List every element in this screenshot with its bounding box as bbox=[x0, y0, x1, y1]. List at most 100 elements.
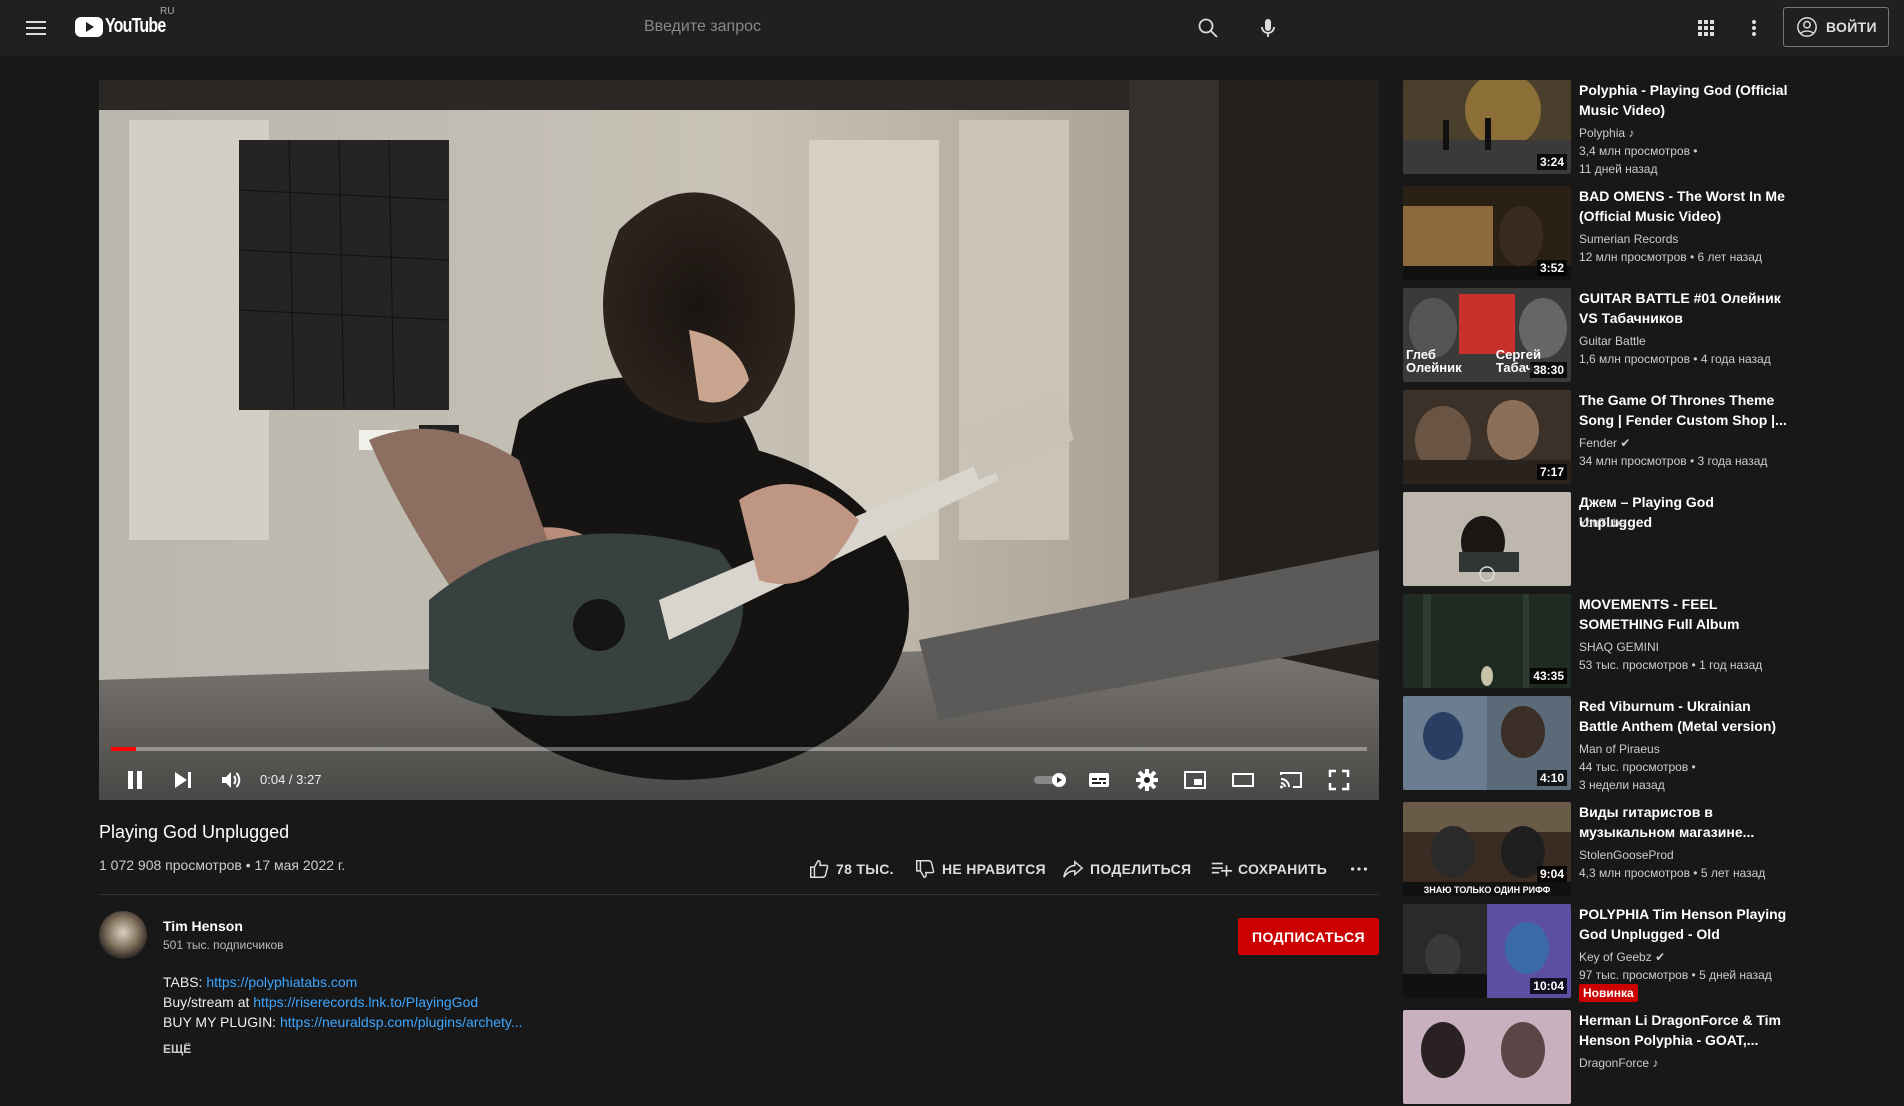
recommendation-channel: Sumerian Records bbox=[1579, 232, 1679, 246]
video-thumbnail: 3:24 bbox=[1403, 80, 1571, 174]
theater-mode-button[interactable] bbox=[1219, 762, 1267, 798]
description-line: BUY MY PLUGIN: https://neuraldsp.com/plu… bbox=[163, 1014, 523, 1030]
like-button[interactable]: 78 ТЫС. bbox=[808, 856, 894, 882]
recommendation-item[interactable]: 3:24 Polyphia - Playing God (Official Mu… bbox=[1403, 80, 1823, 176]
fullscreen-icon bbox=[1328, 769, 1350, 791]
more-actions-button[interactable] bbox=[1348, 856, 1370, 882]
recommendation-title: Polyphia - Playing God (Official Music V… bbox=[1579, 82, 1788, 118]
playlist-add-icon bbox=[1211, 862, 1232, 877]
settings-button[interactable] bbox=[1123, 762, 1171, 798]
more-horiz-icon bbox=[1350, 867, 1368, 871]
new-badge: Новинка bbox=[1579, 984, 1638, 1002]
signin-label: ВОЙТИ bbox=[1826, 19, 1877, 35]
microphone-icon[interactable] bbox=[1256, 16, 1280, 40]
youtube-logo[interactable]: YouTube RU bbox=[75, 6, 181, 38]
save-button[interactable]: СОХРАНИТЬ bbox=[1210, 856, 1327, 882]
recommendation-item[interactable]: 10:04 POLYPHIA Tim Henson Playing God Un… bbox=[1403, 904, 1823, 1002]
skip-next-icon bbox=[175, 772, 191, 788]
video-duration: 4:10 bbox=[1536, 770, 1567, 786]
description-link[interactable]: https://neuraldsp.com/plugins/archety... bbox=[280, 1014, 523, 1030]
search-icon[interactable] bbox=[1196, 16, 1220, 40]
dislike-button[interactable]: НЕ НРАВИТСЯ bbox=[914, 856, 1046, 882]
description-line: TABS: https://polyphiatabs.com bbox=[163, 974, 358, 990]
autoplay-toggle[interactable] bbox=[1027, 762, 1075, 798]
pause-icon bbox=[128, 771, 142, 789]
divider bbox=[99, 894, 1379, 895]
channel-avatar[interactable] bbox=[99, 911, 147, 959]
cast-button[interactable] bbox=[1267, 762, 1315, 798]
share-icon bbox=[1063, 860, 1084, 878]
next-button[interactable] bbox=[159, 762, 207, 798]
recommendation-item[interactable]: Джем – Playing God Unplugged YouTube bbox=[1403, 492, 1823, 588]
music-note-icon: ♪ bbox=[1652, 1056, 1659, 1070]
recommendation-meta: 1,6 млн просмотров • 4 года назад bbox=[1579, 352, 1771, 366]
recommendation-title: Red Viburnum - Ukrainian Battle Anthem (… bbox=[1579, 698, 1777, 734]
recommendation-meta: 11 дней назад bbox=[1579, 162, 1658, 176]
recommendation-item[interactable]: 43:35 MOVEMENTS - FEEL SOMETHING Full Al… bbox=[1403, 594, 1823, 690]
recommendation-title: The Game Of Thrones Theme Song | Fender … bbox=[1579, 392, 1787, 428]
recommendation-item[interactable]: 3:52 BAD OMENS - The Worst In Me (Offici… bbox=[1403, 186, 1823, 282]
recommendation-channel: Guitar Battle bbox=[1579, 334, 1646, 348]
country-code: RU bbox=[160, 6, 175, 17]
show-more-button[interactable]: ЕЩЁ bbox=[163, 1042, 191, 1056]
recommendation-item[interactable]: Herman Li DragonForce & Tim Henson Polyp… bbox=[1403, 1010, 1823, 1106]
video-duration: 3:52 bbox=[1536, 260, 1567, 276]
description-link[interactable]: https://polyphiatabs.com bbox=[206, 974, 357, 990]
mute-button[interactable] bbox=[207, 762, 255, 798]
video-thumbnail: ЗНАЮ ТОЛЬКО ОДИН РИФФ 9:04 bbox=[1403, 802, 1571, 896]
music-note-icon: ♪ bbox=[1628, 126, 1635, 140]
pause-button[interactable] bbox=[111, 762, 159, 798]
thumbs-down-icon bbox=[916, 860, 935, 878]
video-frame bbox=[99, 80, 1379, 800]
verified-icon: ✔ bbox=[1620, 436, 1631, 450]
video-thumbnail: 10:04 bbox=[1403, 904, 1571, 998]
gear-icon bbox=[1136, 769, 1158, 791]
subscribe-button[interactable]: ПОДПИСАТЬСЯ bbox=[1238, 918, 1379, 955]
search-input[interactable]: Введите запрос bbox=[630, 10, 1190, 46]
recommendation-title: BAD OMENS - The Worst In Me (Official Mu… bbox=[1579, 188, 1785, 224]
more-vert-icon[interactable] bbox=[1744, 16, 1764, 40]
video-thumbnail: 7:17 bbox=[1403, 390, 1571, 484]
signin-button[interactable]: ВОЙТИ bbox=[1783, 7, 1889, 47]
cast-icon bbox=[1280, 772, 1302, 789]
video-thumbnail: 4:10 bbox=[1403, 696, 1571, 790]
dislike-label: НЕ НРАВИТСЯ bbox=[942, 861, 1046, 877]
view-count-date: 1 072 908 просмотров • 17 мая 2022 г. bbox=[99, 857, 346, 873]
menu-icon[interactable] bbox=[24, 17, 48, 39]
video-duration: 9:04 bbox=[1536, 866, 1567, 882]
video-thumbnail bbox=[1403, 492, 1571, 586]
recommendation-item[interactable]: Глеб Олейник Сергей Табачн 38:30 GUITAR … bbox=[1403, 288, 1823, 384]
recommendation-channel: SHAQ GEMINI bbox=[1579, 640, 1660, 654]
recommendation-meta: 97 тыс. просмотров • 5 дней назад bbox=[1579, 968, 1772, 982]
video-thumbnail: 43:35 bbox=[1403, 594, 1571, 688]
recommendation-title: POLYPHIA Tim Henson Playing God Unplugge… bbox=[1579, 906, 1787, 942]
thumbs-up-icon bbox=[810, 860, 829, 878]
description-link[interactable]: https://riserecords.lnk.to/PlayingGod bbox=[253, 994, 478, 1010]
recommendation-item[interactable]: ЗНАЮ ТОЛЬКО ОДИН РИФФ 9:04 Виды гитарист… bbox=[1403, 802, 1823, 898]
verified-icon: ✔ bbox=[1655, 950, 1666, 964]
video-player[interactable]: 0:04 / 3:27 bbox=[99, 80, 1379, 800]
miniplayer-button[interactable] bbox=[1171, 762, 1219, 798]
recommendation-title: GUITAR BATTLE #01 Олейник VS Табачников bbox=[1579, 290, 1781, 326]
recommendation-item[interactable]: 4:10 Red Viburnum - Ukrainian Battle Ant… bbox=[1403, 696, 1823, 792]
recommendation-item[interactable]: 7:17 The Game Of Thrones Theme Song | Fe… bbox=[1403, 390, 1823, 486]
fullscreen-button[interactable] bbox=[1315, 762, 1363, 798]
recommendation-channel: YouTube bbox=[1579, 516, 1627, 530]
progress-bar[interactable] bbox=[111, 747, 1367, 751]
recommendation-title: Виды гитаристов в музыкальном магазине..… bbox=[1579, 804, 1755, 840]
apps-grid-icon[interactable] bbox=[1696, 18, 1716, 38]
time-display: 0:04 / 3:27 bbox=[260, 772, 322, 787]
video-duration: 7:17 bbox=[1536, 464, 1567, 480]
like-count: 78 ТЫС. bbox=[836, 861, 894, 877]
channel-name[interactable]: Tim Henson bbox=[163, 918, 243, 934]
subtitles-button[interactable] bbox=[1075, 762, 1123, 798]
video-duration: 38:30 bbox=[1530, 362, 1567, 378]
search-placeholder: Введите запрос bbox=[644, 18, 761, 35]
description-line: Buy/stream at https://riserecords.lnk.to… bbox=[163, 994, 479, 1010]
autoplay-icon bbox=[1034, 773, 1066, 787]
subtitles-icon bbox=[1089, 773, 1109, 787]
share-button[interactable]: ПОДЕЛИТЬСЯ bbox=[1062, 856, 1191, 882]
thumbnail-text: Глеб Олейник bbox=[1406, 347, 1462, 375]
recommendation-channel: StolenGooseProd bbox=[1579, 848, 1674, 862]
recommendation-meta: 34 млн просмотров • 3 года назад bbox=[1579, 454, 1768, 468]
